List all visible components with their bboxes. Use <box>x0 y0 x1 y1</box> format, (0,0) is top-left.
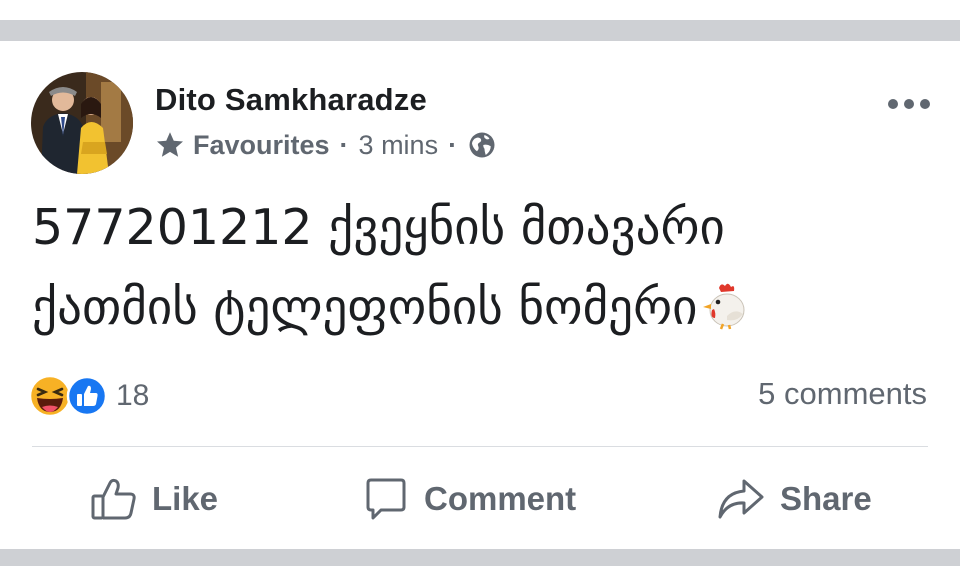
reaction-count: 18 <box>116 379 150 412</box>
comment-button[interactable]: Comment <box>362 474 576 524</box>
comment-label: Comment <box>424 480 577 517</box>
audience-label[interactable]: Favourites <box>193 130 330 161</box>
feed-separator-top <box>0 20 960 41</box>
post-body-line-2-text: ქათმის ტელეფონის ნომერი <box>32 279 698 336</box>
actions-divider <box>32 446 928 447</box>
like-reaction-icon <box>66 375 108 417</box>
share-arrow-icon <box>718 479 764 519</box>
comment-bubble-icon <box>366 478 406 520</box>
like-label: Like <box>152 480 219 517</box>
post-meta: Favourites · 3 mins · <box>155 128 497 162</box>
thumbs-up-icon <box>91 478 136 520</box>
comments-count[interactable]: 5 comments <box>758 376 927 412</box>
avatar[interactable] <box>31 72 133 174</box>
post-body-line-1: 577201212 ქვეყნის მთავარი <box>32 199 725 256</box>
author-name[interactable]: Dito Samkharadze <box>155 82 427 118</box>
star-icon <box>157 132 183 157</box>
reaction-summary[interactable]: 18 <box>28 374 149 418</box>
share-label: Share <box>780 480 872 517</box>
post-body-line-2: ქათმის ტელეფონის ნომერი <box>32 268 932 348</box>
chicken-emoji-icon <box>703 283 745 330</box>
post-time[interactable]: 3 mins <box>359 130 439 161</box>
more-options-icon[interactable] <box>885 92 933 116</box>
like-button[interactable]: Like <box>90 474 218 524</box>
globe-icon[interactable] <box>467 130 497 160</box>
share-button[interactable]: Share <box>716 474 872 524</box>
meta-dot: · <box>339 129 349 160</box>
meta-dot: · <box>448 129 458 160</box>
feed-separator-bottom <box>0 549 960 566</box>
post-body: 577201212 ქვეყნის მთავარი ქათმის ტელეფონ… <box>32 188 932 348</box>
